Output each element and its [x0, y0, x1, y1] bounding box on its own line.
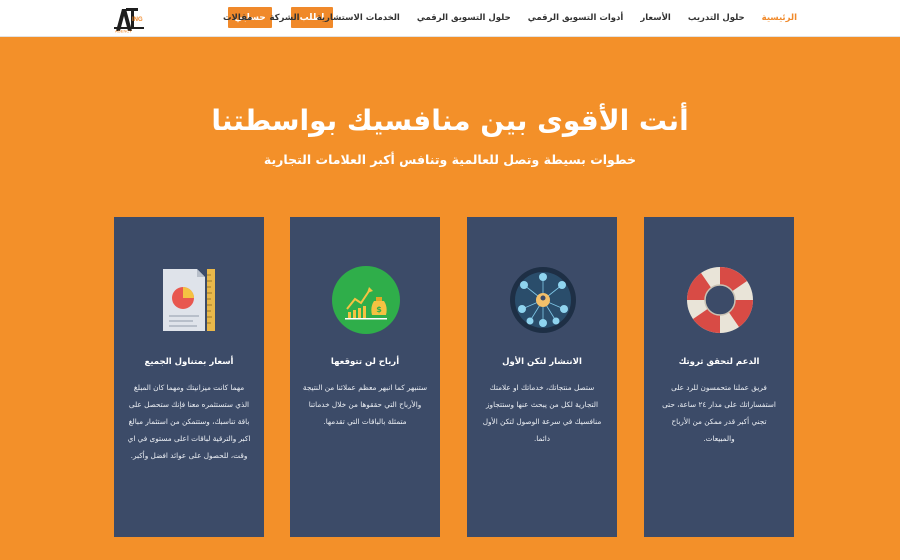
nav-item-marketing-solutions[interactable]: حلول التسويق الرقمي [400, 13, 511, 23]
site-header: ING AGENCY حسابي اطلب الرئيسية حلول التد… [0, 0, 900, 37]
card-title: الانتشار لتكن الأول [502, 357, 582, 367]
nav-item-pricing[interactable]: الأسعار [623, 13, 671, 23]
feature-card-reach: الانتشار لتكن الأول ستصل منتجاتك، خدماتك… [467, 217, 617, 537]
card-title: أسعار بمتناول الجميع [144, 357, 234, 367]
hero-subtitle: خطوات بسيطة وتصل للعالمية وتنافس أكبر ال… [263, 152, 637, 167]
agency-logo[interactable]: ING AGENCY [112, 5, 150, 33]
nav-item-home[interactable]: الرئيسية [745, 13, 797, 23]
card-title: أرباح لن تتوقعها [330, 357, 400, 367]
nav-item-company[interactable]: الشركة [252, 13, 299, 23]
nav-item-articles[interactable]: مقالات [206, 13, 252, 23]
feature-card-pricing: أسعار بمتناول الجميع مهما كانت ميزانيتك … [114, 217, 264, 537]
nav-item-training-solutions[interactable]: حلول التدريب [671, 13, 745, 23]
pricing-report-icon [163, 269, 215, 331]
feature-card-profits: $ أرباح لن تتوقعها ستنبهر كما انبهر معظم… [290, 217, 440, 537]
svg-text:$: $ [376, 305, 382, 314]
card-text: فريق عملنا متحمسون للرد على استفساراتك ع… [662, 383, 776, 443]
main-nav: الرئيسية حلول التدريب الأسعار أدوات التس… [223, 0, 797, 36]
card-title: الدعم لتحقق ثروتك [678, 357, 760, 367]
card-text: ستصل منتجاتك، خدماتك او علامتك التجارية … [482, 383, 602, 443]
network-globe-icon [510, 267, 576, 333]
lifebuoy-icon [687, 267, 753, 333]
feature-card-support: الدعم لتحقق ثروتك فريق عملنا متحمسون للر… [644, 217, 794, 537]
svg-text:ING: ING [132, 17, 143, 23]
card-text: ستنبهر كما انبهر معظم عملائنا من النتيجة… [302, 383, 428, 426]
nav-item-marketing-tools[interactable]: أدوات التسويق الرقمي [511, 13, 624, 23]
svg-text:AGENCY: AGENCY [115, 29, 132, 34]
hero-title: أنت الأقوى بين منافسيك بواسطتنا [211, 104, 689, 137]
profit-chart-icon: $ [332, 266, 400, 334]
nav-item-consulting[interactable]: الخدمات الاستشارية [300, 13, 400, 23]
card-text: مهما كانت ميزانيتك ومهما كان المبلغ الذي… [127, 383, 251, 460]
